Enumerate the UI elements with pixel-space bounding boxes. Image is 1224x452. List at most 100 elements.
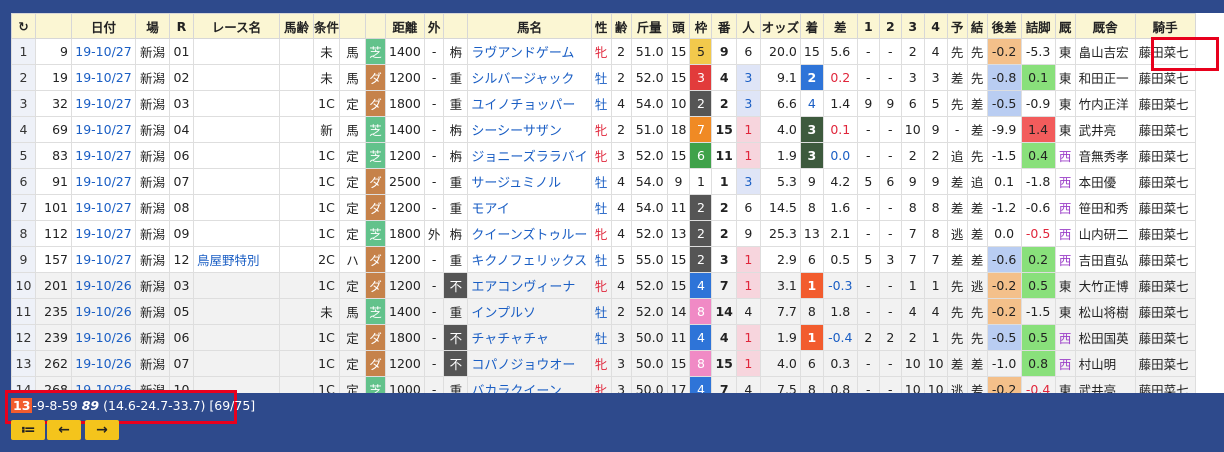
- column-header[interactable]: 人: [735, 13, 761, 39]
- race-date-cell[interactable]: 19-10/27: [71, 220, 136, 247]
- column-header[interactable]: 性: [590, 13, 612, 39]
- column-header[interactable]: [443, 13, 469, 39]
- column-header[interactable]: R: [169, 13, 194, 39]
- horse-name-cell[interactable]: バカラクイーン: [467, 376, 592, 393]
- horse-name-cell[interactable]: ユイノチョッパー: [467, 90, 592, 117]
- race-name-cell[interactable]: 鳥屋野特別: [193, 246, 280, 273]
- horse-name-cell[interactable]: シルバージャック: [467, 64, 592, 91]
- table-row[interactable]: 3 32 19-10/27 新潟 03 1C 定ダ 1800- 重ユイノチョッパー牡 4 54.0 1…: [11, 90, 1196, 117]
- prev-button[interactable]: ←: [47, 420, 81, 440]
- race-date-cell[interactable]: 19-10/27: [71, 64, 136, 91]
- race-date-cell[interactable]: 19-10/27: [71, 142, 136, 169]
- table-row[interactable]: 13 262 19-10/26 新潟 07 1C 定ダ 1200- 不コパノジョウオー牝 3 50.…: [11, 350, 1196, 377]
- list-button[interactable]: ≔: [11, 420, 45, 440]
- race-date-cell[interactable]: 19-10/26: [71, 272, 136, 299]
- margin-cell: -0.4: [822, 324, 858, 351]
- table-row[interactable]: 11 235 19-10/26 新潟 05 未馬芝 1400- 重インプルソ牡 2 52.0 14 8…: [11, 298, 1196, 325]
- corner-2-cell: -: [878, 64, 902, 91]
- race-name-cell[interactable]: [193, 38, 280, 65]
- race-date-cell[interactable]: 19-10/27: [71, 168, 136, 195]
- column-header[interactable]: 馬名: [467, 13, 592, 39]
- column-header[interactable]: 馬齢: [279, 13, 314, 39]
- corner-1-cell: -: [856, 116, 880, 143]
- horse-name-cell[interactable]: シーシーサザン: [467, 116, 592, 143]
- corner-4-cell: 10: [923, 376, 948, 393]
- race-date-cell[interactable]: 19-10/26: [71, 350, 136, 377]
- trainer-cell: 和田正一: [1074, 64, 1136, 91]
- late-diff-cell: 0.0: [986, 220, 1022, 247]
- table-row[interactable]: 9 157 19-10/27 新潟 12 鳥屋野特別 2C ハダ 1200- 重キクノフェリックス…: [11, 246, 1196, 273]
- column-header[interactable]: 外: [423, 13, 445, 39]
- column-header[interactable]: 場: [135, 13, 170, 39]
- column-header[interactable]: [35, 13, 72, 39]
- horse-name-cell[interactable]: サージュミノル: [467, 168, 592, 195]
- column-header[interactable]: 枠: [689, 13, 713, 39]
- distance-cell: 1200: [385, 194, 425, 221]
- column-header[interactable]: 詰脚: [1020, 13, 1056, 39]
- table-row[interactable]: 10 201 19-10/26 新潟 03 1C 定ダ 1200- 不エアコンヴィーナ牝 4 52.…: [11, 272, 1196, 299]
- column-header[interactable]: 3: [900, 13, 925, 39]
- column-header[interactable]: 着: [799, 13, 824, 39]
- table-row[interactable]: 12 239 19-10/26 新潟 06 1C 定ダ 1800- 不チャチャチャ牡 3 50.0 1…: [11, 324, 1196, 351]
- column-header[interactable]: 2: [878, 13, 902, 39]
- horse-name-cell[interactable]: クイーンズトゥルー: [467, 220, 592, 247]
- column-header[interactable]: 頭: [666, 13, 691, 39]
- column-header[interactable]: 距離: [385, 13, 425, 39]
- column-header[interactable]: 差: [822, 13, 858, 39]
- column-header[interactable]: オッズ: [759, 13, 801, 39]
- horse-name-cell[interactable]: ラヴアンドゲーム: [467, 38, 592, 65]
- track-cell: 新潟: [135, 90, 170, 117]
- table-row[interactable]: 4 69 19-10/27 新潟 04 新馬芝 1400- 栴シーシーサザン牝 2 51.0 18 7…: [11, 116, 1196, 143]
- table-row[interactable]: 5 83 19-10/27 新潟 06 1C 定芝 1200- 栴ジョニーズララバイ牝 3 52.0…: [11, 142, 1196, 169]
- horse-name-cell[interactable]: モアイ: [467, 194, 592, 221]
- race-name-cell[interactable]: [193, 350, 280, 377]
- race-name-cell[interactable]: [193, 64, 280, 91]
- race-date-cell[interactable]: 19-10/27: [71, 194, 136, 221]
- horse-name-cell[interactable]: ジョニーズララバイ: [467, 142, 592, 169]
- horse-name-cell[interactable]: インプルソ: [467, 298, 592, 325]
- race-date-cell[interactable]: 19-10/26: [71, 298, 136, 325]
- horse-name-cell[interactable]: チャチャチャ: [467, 324, 592, 351]
- table-row[interactable]: 8 112 19-10/27 新潟 09 1C 定芝 1800 外栴クイーンズトゥルー牝 4 52.…: [11, 220, 1196, 247]
- column-header[interactable]: 厩: [1054, 13, 1076, 39]
- column-header[interactable]: 日付: [71, 13, 136, 39]
- column-header[interactable]: 番: [711, 13, 737, 39]
- table-row[interactable]: 1 9 19-10/27 新潟 01 未馬芝 1400- 栴ラヴアンドゲーム牝 2 51.0 15 5…: [11, 38, 1196, 65]
- race-name-cell[interactable]: [193, 90, 280, 117]
- column-header[interactable]: [339, 13, 367, 39]
- race-date-cell[interactable]: 19-10/27: [71, 90, 136, 117]
- race-name-cell[interactable]: [193, 272, 280, 299]
- trainer-cell: 武井亮: [1074, 116, 1136, 143]
- horse-name-cell[interactable]: コパノジョウオー: [467, 350, 592, 377]
- table-row[interactable]: 7 101 19-10/27 新潟 08 1C 定ダ 1200- 重モアイ牡 4 54.0 11 2 2 6…: [11, 194, 1196, 221]
- horse-name-cell[interactable]: エアコンヴィーナ: [467, 272, 592, 299]
- column-header[interactable]: 齢: [610, 13, 632, 39]
- column-header[interactable]: レース名: [193, 13, 280, 39]
- race-date-cell[interactable]: 19-10/27: [71, 116, 136, 143]
- horse-name-cell[interactable]: キクノフェリックス: [467, 246, 592, 273]
- race-name-cell[interactable]: [193, 298, 280, 325]
- race-date-cell[interactable]: 19-10/27: [71, 246, 136, 273]
- column-header[interactable]: 騎手: [1134, 13, 1196, 39]
- race-name-cell[interactable]: [193, 168, 280, 195]
- column-header[interactable]: 条件: [312, 13, 341, 39]
- race-name-cell[interactable]: [193, 324, 280, 351]
- race-date-cell[interactable]: 19-10/26: [71, 324, 136, 351]
- race-name-cell[interactable]: [193, 142, 280, 169]
- column-header[interactable]: 結: [966, 13, 988, 39]
- column-header[interactable]: 後差: [986, 13, 1022, 39]
- race-name-cell[interactable]: [193, 194, 280, 221]
- table-row[interactable]: 6 91 19-10/27 新潟 07 1C 定ダ 2500- 重サージュミノル牡 4 54.0 9 1…: [11, 168, 1196, 195]
- race-name-cell[interactable]: [193, 116, 280, 143]
- column-header[interactable]: 厩舎: [1074, 13, 1136, 39]
- column-header[interactable]: 予: [946, 13, 968, 39]
- next-button[interactable]: →: [85, 420, 119, 440]
- column-header[interactable]: 4: [923, 13, 948, 39]
- column-header[interactable]: 1: [856, 13, 880, 39]
- column-header[interactable]: [365, 13, 387, 39]
- column-header[interactable]: 斤量: [630, 13, 668, 39]
- refresh-icon[interactable]: ↻: [11, 13, 36, 39]
- race-date-cell[interactable]: 19-10/27: [71, 38, 136, 65]
- table-row[interactable]: 2 19 19-10/27 新潟 02 未馬ダ 1200- 重シルバージャック牡 2 52.0 15…: [11, 64, 1196, 91]
- race-name-cell[interactable]: [193, 220, 280, 247]
